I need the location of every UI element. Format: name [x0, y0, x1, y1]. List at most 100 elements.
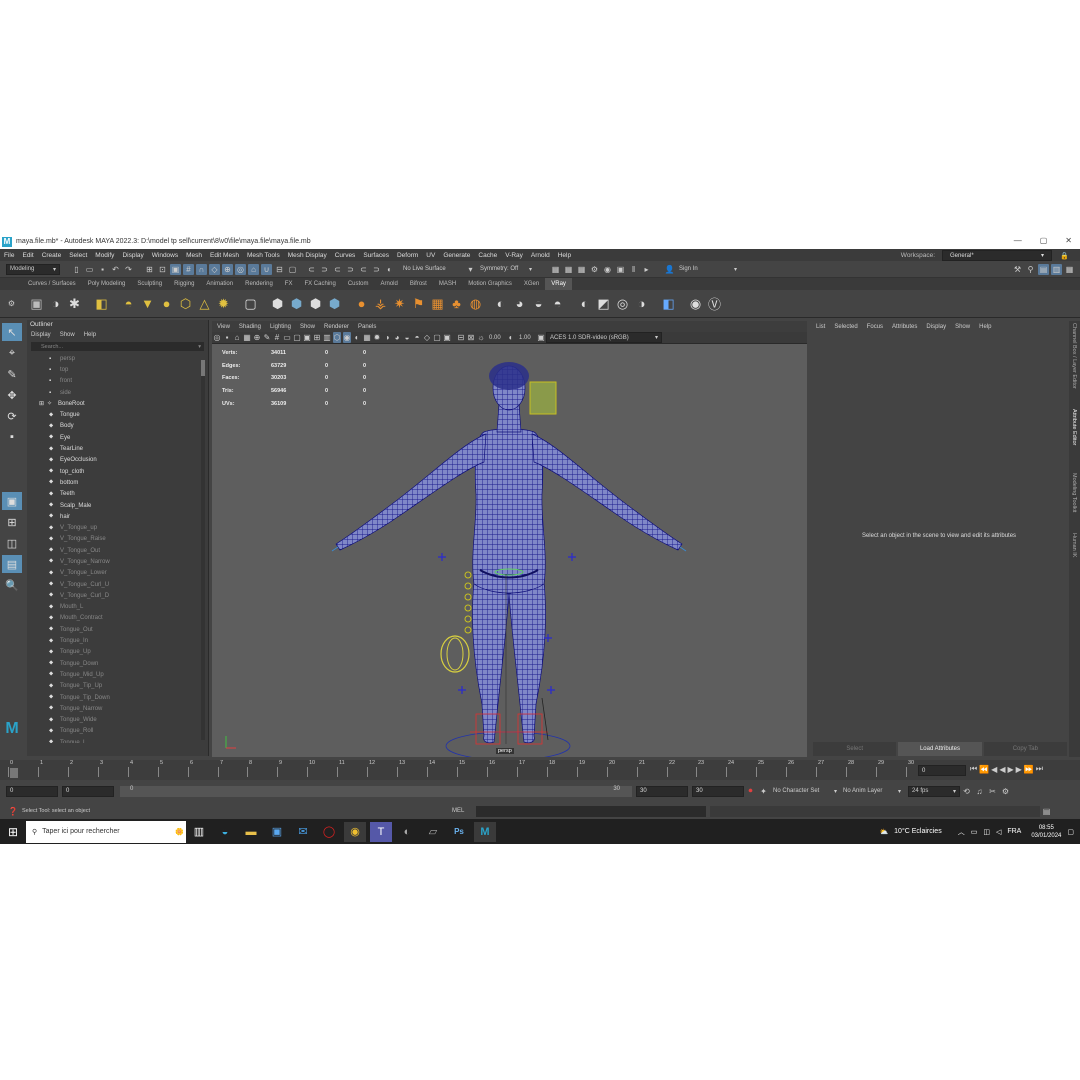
menu-deform[interactable]: Deform [397, 252, 418, 259]
close-button[interactable]: ✕ [1065, 236, 1072, 245]
network-icon[interactable]: ▭ [971, 828, 978, 836]
four-view-icon[interactable]: ⊞ [2, 513, 22, 531]
vray-material-icon[interactable]: ◧ [93, 295, 110, 312]
outliner-item[interactable]: ⬥ Tongue_Up [27, 647, 201, 658]
go-end-icon[interactable]: ⏭ [1036, 764, 1043, 774]
outliner-item[interactable]: ⬥ Body [27, 421, 201, 432]
side-tab-human-ik[interactable]: Human IK [1071, 533, 1077, 557]
shelf-tab-curves-surfaces[interactable]: Curves / Surfaces [22, 278, 82, 290]
scale-tool-icon[interactable]: ▪ [2, 428, 22, 446]
menu-mesh[interactable]: Mesh [186, 252, 202, 259]
render-frame-icon[interactable]: ▢ [287, 264, 298, 275]
gamma-field[interactable]: 1.00 [516, 332, 536, 343]
dome-light-icon[interactable]: ◓ [120, 295, 137, 312]
fps-dropdown[interactable]: 24 fps ▾ [908, 785, 960, 797]
attr-menu-display[interactable]: Display [926, 324, 946, 330]
maya-taskbar-icon[interactable]: M [474, 821, 496, 842]
asset-browser-icon[interactable]: ◎ [614, 295, 631, 312]
minimize-button[interactable]: — [1014, 236, 1022, 245]
menu-display[interactable]: Display [122, 252, 143, 259]
select-hierarchy-icon[interactable]: ⊞ [144, 264, 155, 275]
shelf-tab-fx-caching[interactable]: FX Caching [298, 278, 341, 290]
outliner-item[interactable]: ▪ persp [27, 353, 201, 364]
steam-icon[interactable]: ◐ [396, 822, 418, 842]
fur-alt-icon[interactable]: ✷ [391, 295, 408, 312]
instancer-icon[interactable]: ▦ [429, 295, 446, 312]
ies-light-icon[interactable]: △ [196, 295, 213, 312]
resolution-gate-icon[interactable]: ▢ [293, 332, 301, 343]
construction-icon[interactable]: ⊂ [332, 264, 343, 275]
volume-icon[interactable]: ◍ [467, 295, 484, 312]
teams-icon[interactable]: T [370, 821, 392, 842]
cosmos-icon[interactable]: ◐ [576, 295, 593, 312]
textured-icon[interactable]: ▦ [363, 332, 371, 343]
search-tool-icon[interactable]: 🔍 [2, 576, 22, 594]
vray-render-shelf-icon[interactable]: ▣ [28, 295, 45, 312]
outliner-item[interactable]: ▪ top [27, 364, 201, 375]
mesh-light-icon[interactable]: ⬡ [177, 295, 194, 312]
viewport-menu-show[interactable]: Show [300, 324, 315, 330]
menu-edit-mesh[interactable]: Edit Mesh [210, 252, 239, 259]
character-set-dropdown[interactable]: No Character Set ▾ [770, 785, 840, 797]
sign-in-dropdown[interactable]: Sign In ▾ [676, 263, 740, 275]
outliner-item[interactable]: ⊞ ✧ BoneRoot [27, 398, 201, 409]
script-lang-label[interactable]: MEL [452, 808, 476, 814]
vray-frame-buffer-icon[interactable]: ◑ [47, 295, 64, 312]
shelf-tab-custom[interactable]: Custom [342, 278, 375, 290]
shadows-icon[interactable]: ◑ [383, 332, 391, 343]
outliner-menu-show[interactable]: Show [60, 332, 75, 338]
outliner-item[interactable]: ⬥ Tongue_Down [27, 658, 201, 669]
output-ops-icon[interactable]: ⊃ [319, 264, 330, 275]
menu-create[interactable]: Create [42, 252, 62, 259]
shelf-tab-poly-modeling[interactable]: Poly Modeling [82, 278, 132, 290]
character-controls-icon[interactable]: ⚲ [1025, 264, 1036, 275]
character-mesh[interactable] [212, 344, 807, 757]
vray-lister-icon[interactable]: ◒ [530, 295, 547, 312]
chrome-icon[interactable]: ◉ [344, 821, 366, 842]
outliner-item[interactable]: ⬥ V_Tongue_Curl_U [27, 579, 201, 590]
clock[interactable]: 08:55 03/01/2024 [1031, 824, 1061, 840]
new-scene-icon[interactable]: ▯ [71, 264, 82, 275]
menu-mesh-display[interactable]: Mesh Display [288, 252, 327, 259]
outliner-item[interactable]: ▪ front [27, 376, 201, 387]
outliner-item[interactable]: ⬥ V_Tongue_Narrow [27, 556, 201, 567]
workspace-dropdown[interactable]: General* ▾ [942, 250, 1052, 261]
outliner-item[interactable]: ⬥ Tongue_Wide [27, 715, 201, 726]
go-start-icon[interactable]: ⏮ [970, 764, 977, 774]
shelf-tab-arnold[interactable]: Arnold [375, 278, 404, 290]
outliner-search-input[interactable]: Search... ▾ [31, 342, 204, 351]
outliner-item[interactable]: ⬥ EyeOcclusion [27, 455, 201, 466]
outliner-item[interactable]: ⬥ V_Tongue_Raise [27, 534, 201, 545]
wireframe-icon[interactable]: ⬡ [333, 332, 341, 343]
range-bar[interactable]: 0 30 [120, 785, 632, 797]
magnet-icon[interactable]: ∪ [261, 263, 272, 275]
single-view-icon[interactable]: ▣ [2, 492, 22, 510]
select-camera-icon[interactable]: ◎ [213, 332, 221, 343]
render-current-icon[interactable]: ▦ [563, 264, 574, 275]
outliner-item[interactable]: ⬥ top_cloth [27, 466, 201, 477]
anim-prefs-icon[interactable]: ✂ [987, 786, 998, 797]
outliner-item[interactable]: ⬥ Mouth_L [27, 602, 201, 613]
sun-light-icon[interactable]: ✹ [215, 295, 232, 312]
weather-icon[interactable]: ⛅ [879, 828, 888, 836]
windows-start-icon[interactable]: ⊞ [2, 822, 24, 842]
rotate-tool-icon[interactable]: ⟳ [2, 407, 22, 425]
xray-icon[interactable]: ▣ [443, 332, 451, 343]
render-globals-icon[interactable]: ⚙ [589, 264, 600, 275]
attr-menu-help[interactable]: Help [979, 324, 991, 330]
outliner-item[interactable]: ⬥ bottom [27, 477, 201, 488]
menu-edit[interactable]: Edit [22, 252, 33, 259]
antialias-icon[interactable]: ◓ [413, 332, 421, 343]
play-back-icon[interactable]: ◀ [999, 765, 1005, 774]
menu-arnold[interactable]: Arnold [531, 252, 550, 259]
fur-icon[interactable]: ● [353, 295, 370, 312]
step-forward-key-icon[interactable]: ⏩ [1024, 765, 1034, 774]
attribute-editor-icon[interactable]: ▤ [1038, 264, 1049, 275]
outliner-item[interactable]: ⬥ Mouth_Contract [27, 613, 201, 624]
clipper-icon[interactable]: ⚶ [372, 295, 389, 312]
outliner-item[interactable]: ⬥ Tongue_Narrow [27, 703, 201, 714]
bookmark-icon[interactable]: ⌂ [233, 332, 241, 343]
playback-end-field[interactable]: 30 [636, 785, 688, 797]
proxy-import-icon[interactable]: ⬢ [288, 295, 305, 312]
select-object-icon[interactable]: ⊡ [157, 264, 168, 275]
